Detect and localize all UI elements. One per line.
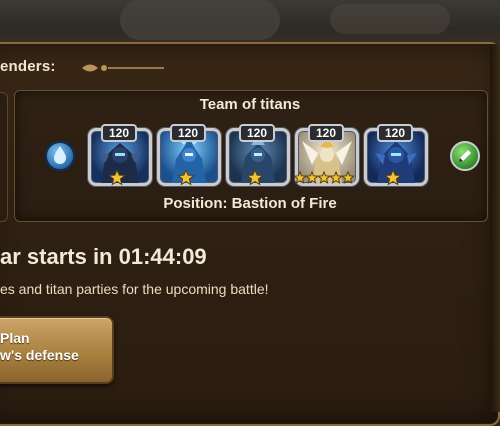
ornament-divider-icon (82, 64, 164, 72)
war-description: es and titan parties for the upcoming ba… (0, 281, 269, 297)
war-timer: ar starts in 01:44:09 (0, 244, 207, 269)
star-icon (317, 170, 331, 184)
team-position: Position: Bastion of Fire (163, 195, 337, 212)
titan-slot-4[interactable]: 120 (293, 124, 359, 186)
plan-button-label-1: Plan (0, 330, 30, 346)
star-icon (293, 170, 307, 184)
star-icon (384, 170, 402, 186)
star-icon (246, 170, 264, 186)
previous-team-box[interactable] (0, 92, 8, 222)
titan-slot-5[interactable]: 120 (362, 124, 428, 186)
team-title: Team of titans (199, 96, 301, 113)
background-blur (0, 0, 500, 48)
star-rating (108, 170, 126, 186)
pencil-icon[interactable] (449, 140, 481, 172)
star-icon (341, 170, 355, 184)
background-shape (120, 0, 280, 40)
titan-level: 120 (377, 124, 413, 142)
titan-slot-2[interactable]: 120 (155, 124, 221, 186)
titan-level: 120 (101, 124, 137, 142)
star-icon (177, 170, 195, 186)
star-rating (246, 170, 264, 186)
background-shape (330, 4, 450, 34)
defenders-label: enders: (0, 58, 56, 75)
star-icon (108, 170, 126, 186)
titan-slot-3[interactable]: 120 (224, 124, 290, 186)
titan-slot-1[interactable]: 120 (86, 124, 152, 186)
titan-level: 120 (239, 124, 275, 142)
titan-level: 120 (170, 124, 206, 142)
star-rating (293, 170, 355, 184)
star-rating (177, 170, 195, 186)
panel-edge (490, 44, 500, 412)
plan-button-label-2: w's defense (0, 347, 79, 363)
star-icon (305, 170, 319, 184)
titan-level: 120 (308, 124, 344, 142)
water-drop-icon[interactable] (44, 140, 76, 172)
star-rating (384, 170, 402, 186)
star-icon (329, 170, 343, 184)
